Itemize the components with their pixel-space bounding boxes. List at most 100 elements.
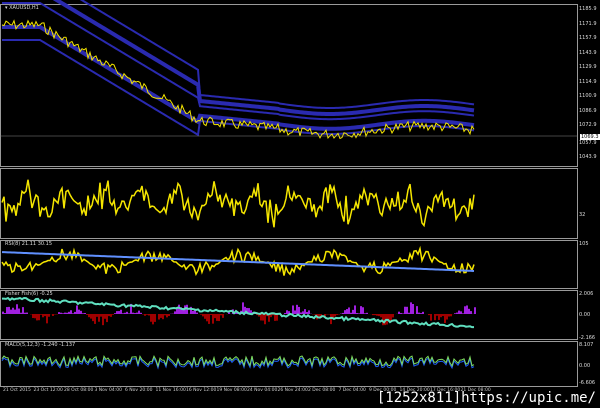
fisher-bar — [160, 314, 162, 318]
fisher-bar — [356, 313, 358, 314]
fisher-bar — [74, 311, 76, 314]
fisher-bar — [354, 305, 356, 314]
fisher-bar — [4, 312, 6, 314]
fisher-bar — [138, 310, 140, 314]
fisher-bar — [464, 306, 466, 314]
fisher-bar — [166, 314, 168, 318]
fisher-bar — [468, 308, 470, 314]
fisher-bar — [206, 314, 208, 322]
fisher-bar — [408, 312, 410, 314]
fisher-bar — [8, 306, 10, 314]
fisher-bar — [444, 314, 446, 323]
price-tick: 1114.9 — [579, 78, 597, 85]
pane5-mid: 0.00 — [579, 363, 591, 369]
fisher-bar — [178, 304, 180, 314]
fisher-bar — [212, 314, 214, 324]
fisher-bar — [352, 309, 354, 314]
fisher-bar — [404, 306, 406, 314]
fisher-bar — [208, 314, 210, 324]
fisher-bar — [462, 313, 464, 314]
time-tick: 28 Oct 08:00 — [64, 388, 94, 393]
fisher-bar — [126, 311, 128, 314]
fisher-bar — [152, 314, 154, 325]
fisher-bar — [406, 306, 408, 314]
current-price-tag: 1069.3 — [580, 134, 600, 140]
fisher-bar — [446, 314, 448, 320]
fisher-bar — [304, 309, 306, 314]
fisher-bar — [374, 314, 376, 316]
fisher-bar — [360, 306, 362, 314]
fisher-bar — [456, 312, 458, 314]
fisher-bar — [124, 312, 126, 314]
time-tick: 6 Nov 20:00 — [125, 388, 153, 393]
rsi-title: RSI(8) 21.11 30.15 — [5, 241, 53, 247]
fisher-bar — [84, 312, 86, 314]
fisher-bar — [292, 305, 294, 314]
fisher-bar — [66, 312, 68, 314]
fisher-bar — [62, 313, 64, 314]
pane3-level: 105 — [579, 241, 589, 247]
fisher-bar — [60, 312, 62, 314]
pane5-bottom: -6.606 — [579, 380, 596, 386]
pane5-top: 8.107 — [579, 342, 594, 348]
fisher-bar — [102, 314, 104, 326]
fisher-bar — [416, 306, 418, 314]
fisher-bar — [214, 314, 216, 319]
pane4-bottom: -2.166 — [579, 335, 596, 341]
fisher-bar — [12, 307, 14, 314]
fisher-bar — [210, 314, 212, 315]
fisher-bar — [376, 314, 378, 316]
fisher-bar — [390, 314, 392, 321]
fisher-bar — [220, 314, 222, 316]
fisher-bar — [372, 314, 374, 316]
fisher-bar — [346, 309, 348, 314]
fisher-bar — [438, 314, 440, 320]
symbol-label: ▾ XAUUSD,H1 — [5, 5, 39, 11]
fisher-bar — [430, 314, 432, 321]
fisher-bar — [448, 314, 450, 317]
fisher-bar — [264, 314, 266, 325]
fisher-bar — [378, 314, 380, 317]
price-tick: 1072.9 — [579, 122, 597, 128]
fisher-bar — [24, 312, 26, 314]
fisher-bar — [380, 314, 382, 318]
time-tick: 23 Oct 12:00 — [33, 388, 63, 393]
fisher-bar — [460, 311, 462, 314]
fisher-bar — [16, 304, 18, 314]
band-line — [52, 0, 475, 116]
fisher-bar — [40, 314, 42, 315]
fisher-bar — [358, 313, 360, 314]
fisher-bar — [116, 311, 118, 314]
time-tick: 7 Dec 04:00 — [338, 388, 366, 393]
price-tick: 1157.9 — [579, 35, 597, 41]
chart-window[interactable]: ▾ XAUUSD,H1 RSI(8) 21.11 30.15 Fisher Fi… — [0, 0, 600, 408]
fisher-bar — [112, 314, 114, 315]
fisher-bar — [44, 314, 46, 317]
fisher-bar — [72, 313, 74, 314]
fisher-bar — [86, 314, 88, 315]
fisher-bar — [6, 307, 8, 314]
fisher-bar — [18, 308, 20, 314]
fisher-bar — [442, 314, 444, 317]
price-tick: 1185.9 — [579, 6, 597, 12]
fisher-bar — [314, 314, 316, 315]
fisher-bar — [392, 314, 394, 318]
fisher-bar — [222, 314, 224, 318]
fisher-bar — [10, 309, 12, 314]
pane4-mid: 0.00 — [579, 312, 591, 318]
fisher-bar — [454, 313, 456, 314]
fisher-bar — [334, 314, 336, 317]
fisher-bar — [300, 312, 302, 314]
fisher-bar — [148, 314, 150, 316]
fisher-bar — [216, 314, 218, 321]
fisher-bar — [342, 312, 344, 314]
fisher-bar — [474, 307, 476, 314]
fisher-bar — [348, 307, 350, 314]
fisher-bar — [100, 314, 102, 317]
fisher-bar — [168, 314, 170, 317]
fisher-bar — [46, 314, 48, 324]
fisher-bar — [204, 314, 206, 319]
fisher-bar — [298, 306, 300, 314]
fisher-bar — [422, 311, 424, 314]
fisher-bar — [52, 314, 54, 316]
